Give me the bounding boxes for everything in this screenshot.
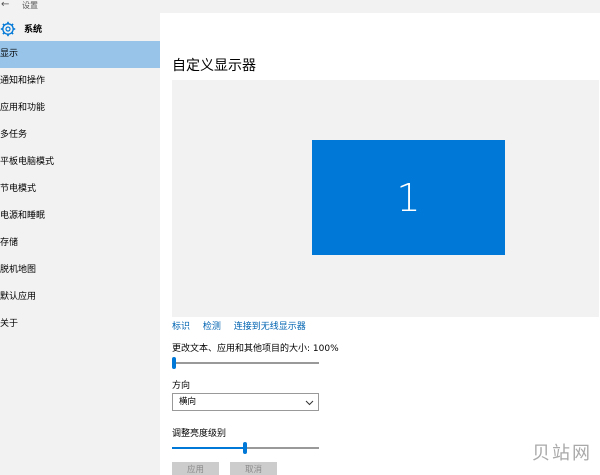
sidebar-item-storage[interactable]: 存储 — [0, 230, 160, 257]
sidebar-item-battery-saver[interactable]: 节电模式 — [0, 176, 160, 203]
back-arrow-icon[interactable]: ← — [1, 0, 9, 11]
sidebar-item-default-apps[interactable]: 默认应用 — [0, 284, 160, 311]
sidebar-item-tablet-mode[interactable]: 平板电脑模式 — [0, 149, 160, 176]
brightness-slider-thumb[interactable] — [243, 442, 247, 454]
monitor-number: 1 — [396, 175, 421, 220]
monitor-tile[interactable]: 1 — [312, 140, 505, 255]
brightness-slider-fill — [172, 447, 245, 449]
cancel-button[interactable]: 取消 — [230, 462, 277, 475]
gear-icon — [0, 21, 16, 41]
orientation-dropdown[interactable]: 横向 — [172, 393, 319, 411]
orientation-label: 方向 — [172, 381, 191, 391]
brightness-label: 调整亮度级别 — [172, 429, 227, 439]
title-bar: ← 设置 — [0, 0, 600, 13]
watermark: 贝站网 — [532, 443, 592, 464]
scale-label: 更改文本、应用和其他项目的大小: 100% — [172, 344, 339, 354]
sidebar-item-display[interactable]: 显示 — [0, 41, 160, 68]
sidebar-section-title: 系统 — [24, 25, 43, 35]
detect-link[interactable]: 检测 — [203, 322, 221, 332]
sidebar-item-apps[interactable]: 应用和功能 — [0, 95, 160, 122]
sidebar-item-offline-maps[interactable]: 脱机地图 — [0, 257, 160, 284]
scale-slider-thumb[interactable] — [172, 357, 176, 369]
orientation-value: 横向 — [179, 397, 197, 407]
sidebar-item-about[interactable]: 关于 — [0, 311, 160, 338]
display-links: 标识 检测 连接到无线显示器 — [172, 319, 316, 332]
sidebar-item-multitasking[interactable]: 多任务 — [0, 122, 160, 149]
display-arrangement-area: 1 — [172, 80, 599, 317]
sidebar-item-notifications[interactable]: 通知和操作 — [0, 68, 160, 95]
apply-button[interactable]: 应用 — [172, 462, 219, 475]
sidebar-item-power-sleep[interactable]: 电源和睡眠 — [0, 203, 160, 230]
window-title: 设置 — [22, 1, 38, 10]
scale-slider[interactable] — [172, 362, 319, 364]
page-title: 自定义显示器 — [172, 58, 256, 74]
connect-wireless-link[interactable]: 连接到无线显示器 — [234, 322, 306, 332]
sidebar: 系统 显示 通知和操作 应用和功能 多任务 平板电脑模式 节电模式 电源和睡眠 … — [0, 13, 160, 475]
main-content: 自定义显示器 1 标识 检测 连接到无线显示器 更改文本、应用和其他项目的大小:… — [160, 13, 600, 475]
sidebar-header[interactable]: 系统 — [0, 19, 160, 39]
identify-link[interactable]: 标识 — [172, 322, 190, 332]
chevron-down-icon — [305, 397, 314, 413]
